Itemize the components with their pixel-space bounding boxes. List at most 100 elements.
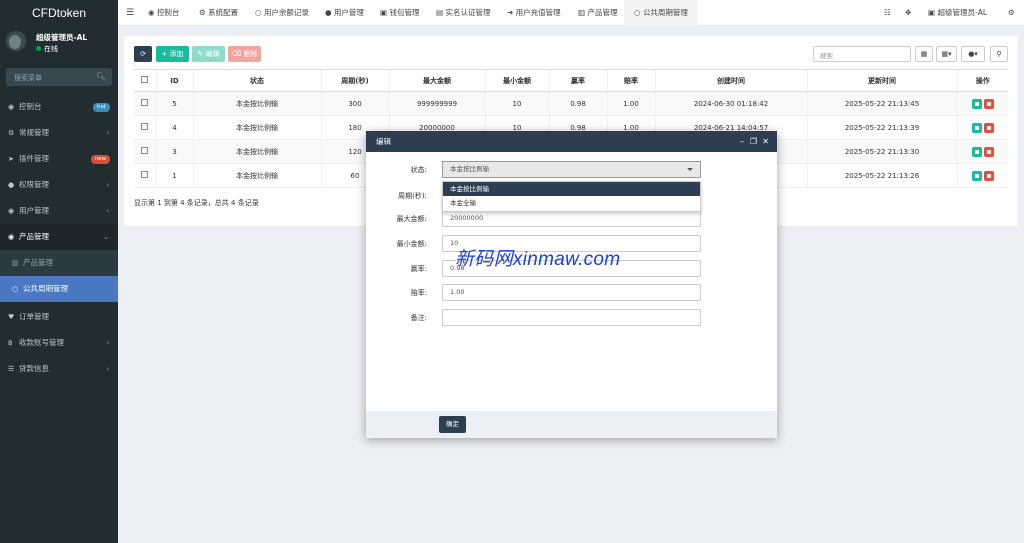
- maximize-icon[interactable]: ❐: [750, 131, 757, 152]
- admin-menu[interactable]: ▣ 超级管理员-AL: [928, 0, 987, 26]
- toggle-view-button[interactable]: ▦: [915, 46, 933, 62]
- col-lose[interactable]: 赔率: [606, 69, 655, 92]
- cell-max: 999999999: [388, 91, 485, 116]
- tab-public-period[interactable]: ○ 公共周期管理: [624, 0, 698, 26]
- remark-input[interactable]: [442, 309, 701, 326]
- col-updated[interactable]: 更新时间: [806, 69, 957, 92]
- plus-icon: +: [161, 50, 170, 58]
- select-all-cell[interactable]: [134, 69, 156, 92]
- chevron-left-icon: ‹: [106, 129, 109, 137]
- col-id[interactable]: ID: [155, 69, 193, 92]
- delete-button[interactable]: ⌫ 删除: [228, 46, 261, 62]
- col-created[interactable]: 创建时间: [654, 69, 807, 92]
- col-status[interactable]: 状态: [192, 69, 321, 92]
- status-select[interactable]: 本金按比例输: [442, 161, 701, 178]
- row-checkbox[interactable]: [141, 99, 149, 106]
- translate-icon[interactable]: ☷: [884, 0, 891, 26]
- cell-actions: [956, 139, 1008, 164]
- chevron-left-icon: ‹: [106, 181, 109, 189]
- refresh-button[interactable]: ⟳: [134, 46, 152, 62]
- lose-rate-input[interactable]: 1.00: [442, 284, 701, 301]
- sidebar-item-loans[interactable]: ☰ 贷款信息 ‹: [0, 356, 118, 382]
- col-win[interactable]: 赢率: [548, 69, 607, 92]
- confirm-button[interactable]: 确定: [439, 416, 466, 433]
- col-min[interactable]: 最小金额: [484, 69, 549, 92]
- row-select-cell[interactable]: [134, 115, 156, 140]
- table-search-input[interactable]: 搜索: [813, 46, 911, 62]
- row-delete-icon[interactable]: [983, 122, 994, 133]
- table-row[interactable]: 5 本金按比例输 300 999999999 10 0.98 1.00 2024…: [134, 91, 1008, 116]
- row-delete-icon[interactable]: [983, 146, 994, 157]
- max-row: 最大金额: 20000000: [366, 210, 777, 227]
- tab-dashboard[interactable]: ◉ 控制台: [148, 0, 179, 26]
- cell-created: 2024-06-30 01:18:42: [654, 91, 807, 116]
- sidebar-subitem-products[interactable]: ▥ 产品管理: [0, 250, 118, 276]
- brand-logo[interactable]: CFDtoken: [0, 0, 118, 26]
- search-icon[interactable]: 🔍︎: [96, 72, 106, 81]
- sidebar-item-users[interactable]: ◉ 用户管理 ‹: [0, 198, 118, 224]
- cell-status: 本金按比例输: [192, 115, 321, 140]
- sidebar-item-label: 控制台: [19, 102, 42, 111]
- minimize-icon[interactable]: –: [740, 131, 744, 152]
- sidebar-item-orders[interactable]: ♥ 订单管理: [0, 304, 118, 330]
- row-delete-icon[interactable]: [983, 98, 994, 109]
- row-delete-icon[interactable]: [983, 170, 994, 181]
- status-label: 状态:: [410, 166, 427, 174]
- row-select-cell[interactable]: [134, 91, 156, 116]
- dropdown-option[interactable]: 本金按比例输: [443, 182, 700, 196]
- status-dropdown: 本金按比例输 本金全输: [442, 181, 701, 212]
- tab-system-config[interactable]: ⚙ 系统配置: [199, 0, 238, 26]
- modal-header: 编辑 – ❐ ✕: [366, 131, 777, 152]
- export-button[interactable]: ●▾: [961, 46, 985, 62]
- select-all-checkbox[interactable]: [141, 76, 149, 83]
- fullscreen-icon[interactable]: ✥: [905, 0, 911, 26]
- sidebar-item-label: 插件管理: [19, 154, 49, 163]
- sidebar: CFDtoken 超级管理员-AL 在线 搜索菜单 🔍︎ ◉ 控制台 hot ⚙ 常规…: [0, 0, 118, 543]
- tab-label: 控制台: [156, 8, 180, 17]
- tab-label: 实名认证管理: [445, 8, 491, 17]
- close-icon[interactable]: ✕: [762, 131, 769, 152]
- sidebar-subitem-public-period[interactable]: ○ 公共周期管理: [0, 276, 118, 302]
- tab-wallets[interactable]: ▣ 钱包管理: [380, 0, 419, 26]
- row-checkbox[interactable]: [141, 171, 149, 178]
- sidebar-item-dashboard[interactable]: ◉ 控制台 hot: [0, 94, 118, 120]
- tab-balance-records[interactable]: ○ 用户余额记录: [255, 0, 309, 26]
- table-header-row: ID 状态 周期(秒) 最大金额 最小金额 赢率 赔率 创建时间 更新时间 操作: [134, 69, 1008, 92]
- sidebar-item-payment-accounts[interactable]: ฿ 收款账号管理 ‹: [0, 330, 118, 356]
- dropdown-option[interactable]: 本金全输: [443, 196, 700, 210]
- row-edit-icon[interactable]: [971, 170, 982, 181]
- caret-down-icon: [687, 168, 693, 171]
- row-select-cell[interactable]: [134, 139, 156, 164]
- sidebar-item-general[interactable]: ⚙ 常规管理 ‹: [0, 120, 118, 146]
- row-checkbox[interactable]: [141, 123, 149, 130]
- hot-badge: hot: [92, 103, 110, 112]
- col-max[interactable]: 最大金额: [388, 69, 485, 92]
- col-period[interactable]: 周期(秒): [320, 69, 389, 92]
- sidebar-item-plugins[interactable]: ➤ 插件管理 new: [0, 146, 118, 172]
- tab-products[interactable]: ▥ 产品管理: [578, 0, 617, 26]
- row-edit-icon[interactable]: [971, 98, 982, 109]
- tab-kyc[interactable]: ▤ 实名认证管理: [436, 0, 490, 26]
- delete-label: 删除: [243, 50, 258, 58]
- row-edit-icon[interactable]: [971, 122, 982, 133]
- sidebar-search-input[interactable]: 搜索菜单 🔍︎: [6, 68, 112, 86]
- row-edit-icon[interactable]: [971, 146, 982, 157]
- status-selected-value: 本金按比例输: [450, 165, 489, 173]
- search-toggle-button[interactable]: ⚲: [990, 46, 1008, 62]
- sidebar-search-placeholder: 搜索菜单: [14, 74, 42, 82]
- sidebar-item-permissions[interactable]: ● 权限管理 ‹: [0, 172, 118, 198]
- row-checkbox[interactable]: [141, 147, 149, 154]
- add-button[interactable]: + 添加: [156, 46, 189, 62]
- list-icon: ☰: [8, 365, 15, 373]
- sidebar-item-products[interactable]: ◉ 产品管理 ⌄: [0, 224, 118, 250]
- menu-toggle-icon[interactable]: ☰: [126, 0, 134, 26]
- edit-button[interactable]: ✎ 编辑: [192, 46, 225, 62]
- settings-icon[interactable]: ⚙: [1008, 0, 1015, 26]
- columns-button[interactable]: ▦▾: [936, 46, 957, 62]
- row-select-cell[interactable]: [134, 163, 156, 188]
- cell-actions: [956, 163, 1008, 188]
- tab-users[interactable]: ● 用户管理: [325, 0, 364, 26]
- max-amount-input[interactable]: 20000000: [442, 210, 701, 227]
- tab-recharge[interactable]: ➜ 用户充值管理: [507, 0, 561, 26]
- user-export-icon: ●▾: [968, 50, 978, 58]
